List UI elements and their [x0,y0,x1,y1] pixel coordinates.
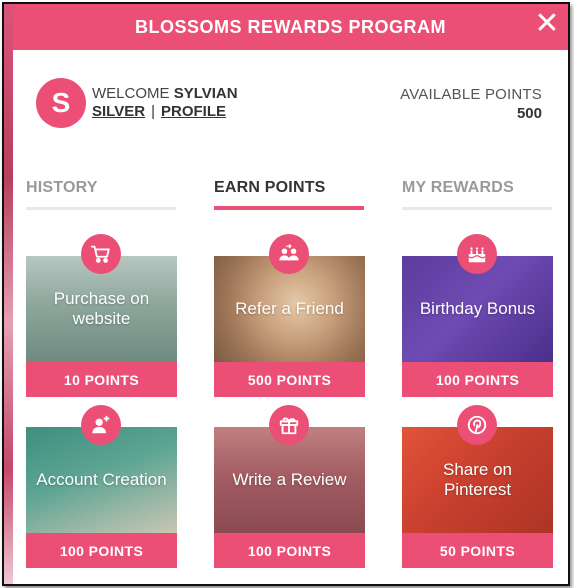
user-name: SYLVIAN [173,85,238,102]
tab-earn-points-label: EARN POINTS [214,179,326,196]
tab-earn-points[interactable]: EARN POINTS [214,174,364,210]
card-write-a-review[interactable]: Write a Review 100 POINTS [214,405,365,568]
welcome-section: S WELCOME SYLVIAN SILVER | PROFILE [36,78,238,128]
rewards-modal: BLOSSOMS REWARDS PROGRAM ✕ S WELCOME SYL… [2,2,570,586]
card-points: 100 POINTS [402,362,553,397]
cart-icon [81,234,121,274]
tab-underline [402,207,552,210]
tier-link[interactable]: SILVER [92,103,145,120]
card-points: 10 POINTS [26,362,177,397]
pinterest-icon [457,405,497,445]
tab-history[interactable]: HISTORY [26,174,176,210]
separator: | [151,103,155,120]
card-purchase-on-website[interactable]: Purchase on website 10 POINTS [26,234,177,397]
modal-header: BLOSSOMS REWARDS PROGRAM ✕ [13,4,568,50]
tab-underline [26,207,176,210]
tab-my-rewards-label: MY REWARDS [402,179,514,196]
points-label: AVAILABLE POINTS [400,86,542,103]
available-points: AVAILABLE POINTS 500 [400,85,542,123]
refer-friend-icon [269,234,309,274]
avatar: S [36,78,86,128]
add-user-icon [81,405,121,445]
birthday-cake-icon [457,234,497,274]
card-birthday-bonus[interactable]: Birthday Bonus 100 POINTS [402,234,553,397]
welcome-label: WELCOME [92,85,170,102]
tab-bar: HISTORY EARN POINTS MY REWARDS [26,174,554,214]
card-points: 500 POINTS [214,362,365,397]
tab-underline-active [214,206,364,210]
card-share-on-pinterest[interactable]: Share on Pinterest 50 POINTS [402,405,553,568]
card-points: 50 POINTS [402,533,553,568]
background-strip [4,4,13,584]
card-points: 100 POINTS [214,533,365,568]
points-value: 500 [516,105,542,122]
profile-link[interactable]: PROFILE [161,103,226,120]
card-refer-a-friend[interactable]: Refer a Friend 500 POINTS [214,234,365,397]
tab-my-rewards[interactable]: MY REWARDS [402,174,552,210]
tab-history-label: HISTORY [26,179,98,196]
close-icon[interactable]: ✕ [534,9,560,39]
card-points: 100 POINTS [26,533,177,568]
modal-title: BLOSSOMS REWARDS PROGRAM [134,16,446,37]
gift-icon [269,405,309,445]
card-account-creation[interactable]: Account Creation 100 POINTS [26,405,177,568]
